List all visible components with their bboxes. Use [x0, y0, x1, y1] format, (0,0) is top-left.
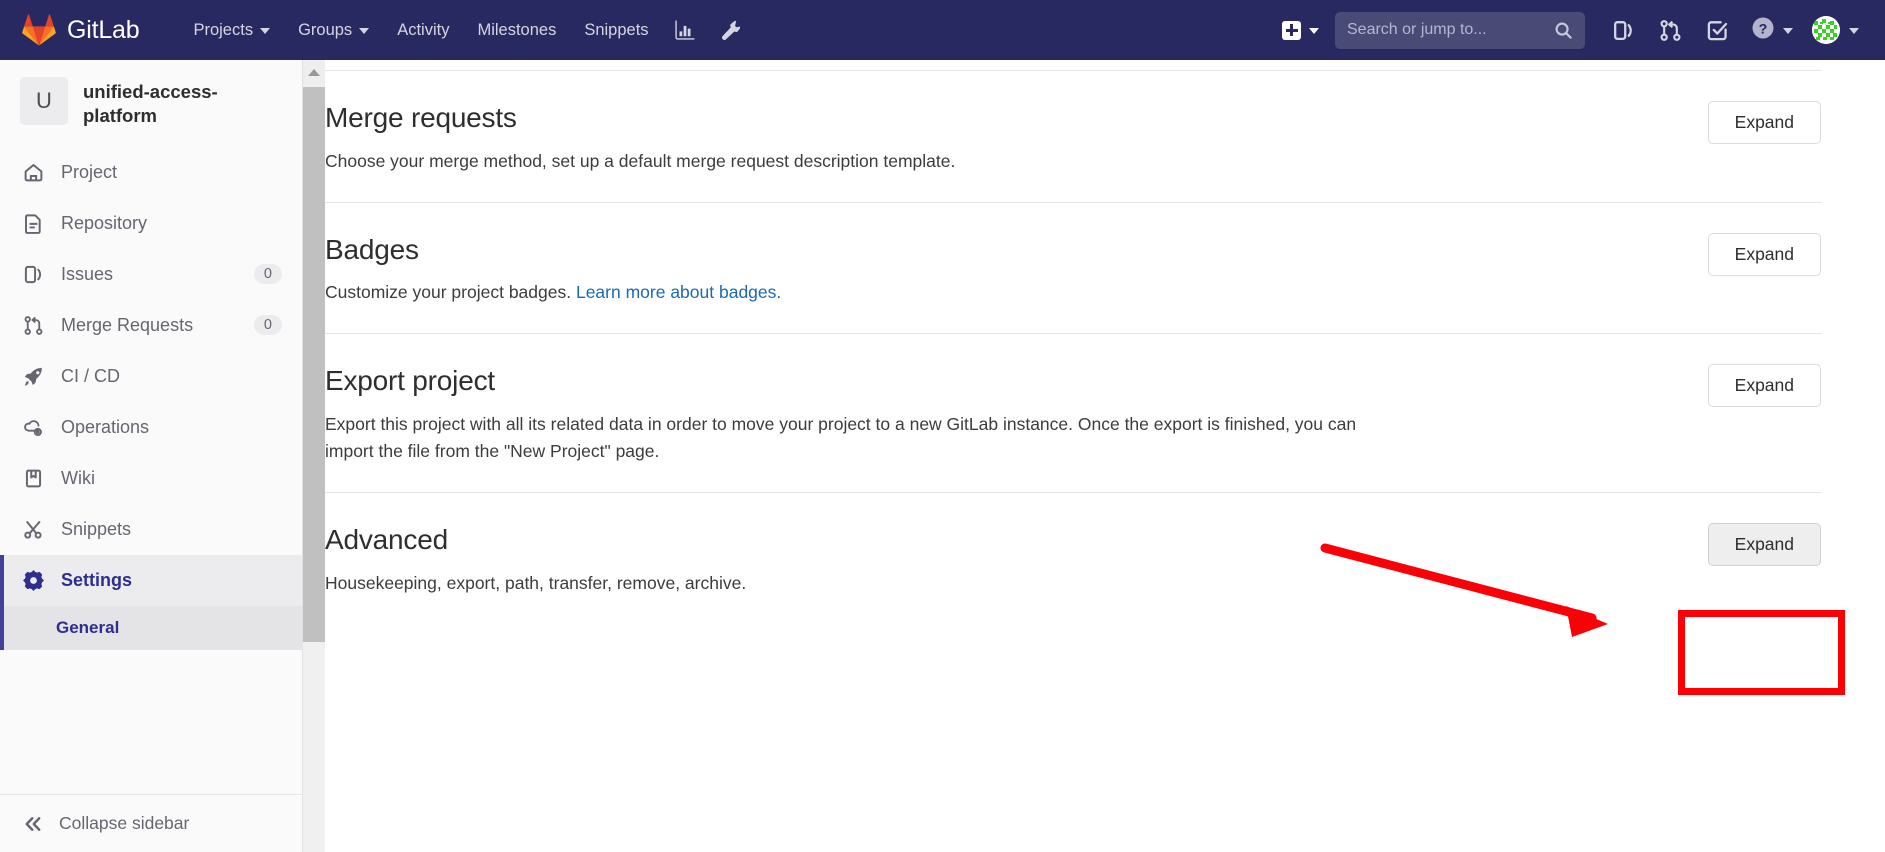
triangle-up-icon	[308, 68, 320, 76]
issues-icon[interactable]	[1601, 11, 1646, 50]
sidebar-item-operations[interactable]: Operations	[0, 402, 302, 453]
merge-requests-expand-button[interactable]: Expand	[1707, 101, 1821, 144]
sidebar-item-label: Snippets	[61, 518, 132, 539]
primary-nav-links: Projects Groups Activity Milestones Snip…	[179, 11, 750, 49]
merge-requests-count-badge: 0	[253, 315, 282, 336]
section-merge-requests: Merge requests Choose your merge method,…	[325, 70, 1821, 202]
learn-more-badges-link[interactable]: Learn more about badges.	[576, 282, 781, 302]
section-title: Merge requests	[325, 102, 517, 133]
issues-icon	[22, 264, 44, 285]
sidebar-item-label: CI / CD	[61, 365, 121, 386]
gitlab-tanuki-icon	[22, 14, 56, 46]
advanced-expand-button[interactable]: Expand	[1707, 523, 1821, 567]
scissors-icon	[22, 519, 44, 540]
home-icon	[22, 162, 44, 183]
chevron-down-icon	[359, 28, 370, 34]
badges-expand-button[interactable]: Expand	[1707, 232, 1821, 276]
nav-activity[interactable]: Activity	[383, 13, 463, 48]
section-title: Advanced	[325, 524, 448, 556]
section-export-project: Export project Export this project with …	[325, 333, 1821, 492]
document-icon	[22, 213, 44, 234]
sidebar-item-ci-cd[interactable]: CI / CD	[0, 351, 302, 402]
sidebar-item-settings[interactable]: Settings	[0, 554, 302, 606]
book-icon	[22, 468, 44, 489]
section-description: Customize your project badges. Learn mor…	[325, 279, 1365, 306]
nav-milestones[interactable]: Milestones	[463, 13, 570, 48]
merge-requests-icon	[22, 315, 44, 336]
nav-projects[interactable]: Projects	[179, 13, 284, 48]
chevron-down-icon	[260, 28, 271, 34]
badges-description-text: Customize your project badges.	[325, 282, 576, 303]
sidebar-item-label: Issues	[61, 263, 114, 284]
brand-name: GitLab	[67, 15, 140, 44]
section-text: Advanced Housekeeping, export, path, tra…	[325, 523, 1708, 597]
sidebar-item-wiki[interactable]: Wiki	[0, 453, 302, 504]
section-badges: Badges Customize your project badges. Le…	[325, 201, 1821, 334]
search-input[interactable]	[1347, 21, 1554, 39]
chevron-down-icon	[1783, 28, 1793, 34]
sidebar-item-issues[interactable]: Issues 0	[0, 249, 302, 300]
nav-snippets[interactable]: Snippets	[570, 13, 662, 48]
help-menu-button[interactable]: ?	[1742, 10, 1802, 51]
question-circle-icon: ?	[1751, 16, 1775, 45]
nav-projects-label: Projects	[193, 20, 254, 39]
scroll-thumb[interactable]	[303, 87, 325, 642]
svg-text:?: ?	[1759, 21, 1768, 37]
gear-icon	[22, 569, 44, 591]
rocket-icon	[22, 366, 44, 387]
avatar-identicon	[1812, 16, 1840, 44]
plus-square-icon	[1282, 20, 1301, 40]
sidebar-item-merge-requests[interactable]: Merge Requests 0	[0, 300, 302, 351]
scroll-up-arrow[interactable]	[303, 60, 325, 84]
sidebar-item-label: Merge Requests	[61, 314, 194, 335]
todos-checkbox-icon[interactable]	[1695, 11, 1740, 50]
general-settings-sections: Merge requests Choose your merge method,…	[325, 70, 1885, 624]
project-sidebar: U unified-access-platform Project Reposi…	[0, 60, 303, 852]
sidebar-item-repository[interactable]: Repository	[0, 198, 302, 249]
chevron-down-icon	[1849, 28, 1859, 34]
sidebar-item-label: Settings	[61, 569, 133, 590]
sidebar-item-project[interactable]: Project	[0, 147, 302, 198]
nav-groups[interactable]: Groups	[284, 13, 383, 48]
section-text: Merge requests Choose your merge method,…	[325, 101, 1708, 175]
collapse-sidebar-label: Collapse sidebar	[59, 813, 190, 833]
section-text: Export project Export this project with …	[325, 364, 1708, 465]
double-chevron-left-icon	[22, 814, 44, 834]
top-navbar: GitLab Projects Groups Activity Mileston…	[0, 0, 1885, 60]
wrench-admin-icon[interactable]	[707, 11, 751, 49]
content-scrollbar[interactable]	[303, 60, 325, 852]
section-description: Choose your merge method, set up a defau…	[325, 150, 956, 171]
section-text: Badges Customize your project badges. Le…	[325, 233, 1708, 307]
section-description: Housekeeping, export, path, transfer, re…	[325, 572, 747, 593]
section-title: Badges	[325, 233, 419, 265]
issues-count-badge: 0	[253, 264, 282, 285]
project-name: unified-access-platform	[83, 81, 218, 127]
section-advanced: Advanced Housekeeping, export, path, tra…	[325, 492, 1821, 624]
collapse-sidebar-button[interactable]: Collapse sidebar	[0, 794, 302, 852]
search-icon	[1554, 21, 1573, 40]
cloud-gear-icon	[22, 417, 44, 438]
sidebar-item-label: Project	[61, 161, 118, 182]
gitlab-home-link[interactable]: GitLab	[22, 14, 140, 46]
section-title: Export project	[325, 365, 495, 397]
navbar-right-section: ?	[1274, 10, 1867, 51]
merge-requests-icon[interactable]	[1648, 11, 1693, 50]
sidebar-item-label: Operations	[61, 416, 150, 437]
search-box[interactable]	[1335, 11, 1585, 49]
analytics-chart-icon[interactable]	[663, 11, 707, 49]
sidebar-subitem-general[interactable]: General	[0, 605, 302, 650]
nav-groups-label: Groups	[298, 20, 353, 39]
chevron-down-icon	[1309, 28, 1319, 34]
project-header[interactable]: U unified-access-platform	[0, 60, 302, 147]
export-project-expand-button[interactable]: Expand	[1707, 364, 1821, 408]
sidebar-item-snippets[interactable]: Snippets	[0, 504, 302, 555]
settings-content-area: Merge requests Choose your merge method,…	[325, 60, 1885, 852]
sidebar-item-label: Repository	[61, 212, 148, 233]
project-avatar: U	[20, 77, 68, 125]
user-menu-button[interactable]	[1804, 10, 1867, 50]
section-description: Export this project with all its related…	[325, 414, 1357, 462]
sidebar-item-label: Wiki	[61, 467, 95, 488]
create-new-button[interactable]	[1274, 15, 1327, 46]
